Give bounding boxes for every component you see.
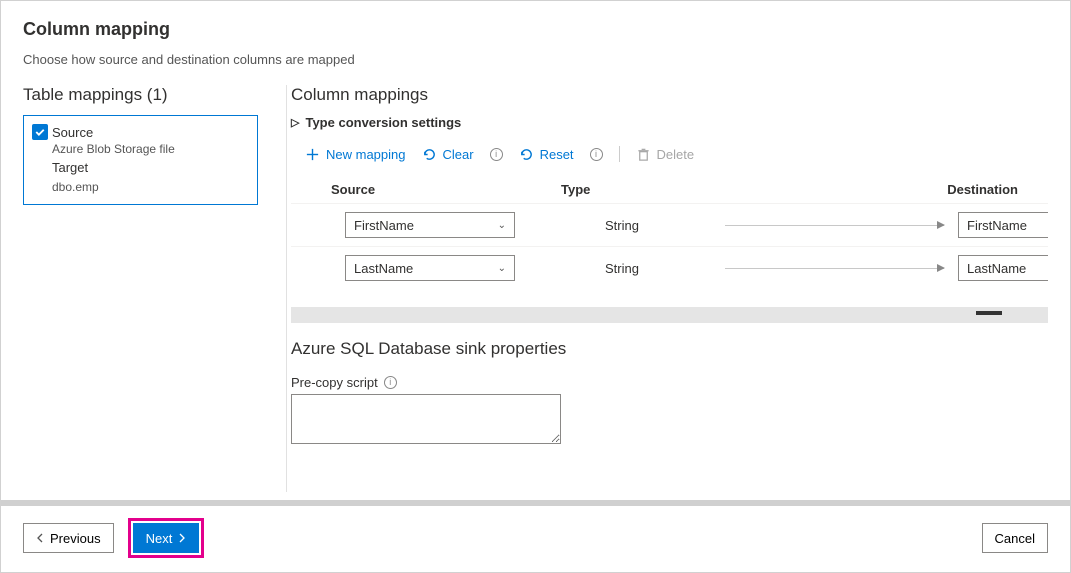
mapping-row: LastName ⌄ String LastName (291, 246, 1048, 289)
new-mapping-button[interactable]: New mapping (305, 147, 406, 162)
page-subtitle: Choose how source and destination column… (23, 52, 1048, 67)
type-conversion-label: Type conversion settings (305, 115, 461, 130)
refresh-icon (519, 147, 534, 162)
pre-copy-label: Pre-copy script (291, 375, 378, 390)
source-select[interactable]: FirstName ⌄ (345, 212, 515, 238)
cancel-button[interactable]: Cancel (982, 523, 1048, 553)
delete-button: Delete (636, 147, 695, 162)
mapping-arrow (725, 268, 944, 269)
previous-button[interactable]: Previous (23, 523, 114, 553)
chevron-down-icon: ⌄ (498, 263, 506, 274)
type-cell: String (515, 261, 725, 276)
drag-handle[interactable] (976, 311, 1002, 315)
column-mappings-heading: Column mappings (291, 85, 1048, 105)
info-icon[interactable]: i (490, 148, 503, 161)
info-icon[interactable]: i (384, 376, 397, 389)
destination-select[interactable]: FirstName (958, 212, 1048, 238)
table-mappings-heading: Table mappings (1) (23, 85, 258, 105)
type-cell: String (515, 218, 725, 233)
info-icon[interactable]: i (590, 148, 603, 161)
mapping-checkbox[interactable] (32, 124, 48, 140)
page-title: Column mapping (23, 19, 1048, 40)
toolbar-divider (619, 146, 620, 162)
destination-select[interactable]: LastName (958, 255, 1048, 281)
mapping-target-label: Target (52, 158, 249, 178)
mapping-row: FirstName ⌄ String FirstName (291, 203, 1048, 246)
pre-copy-textarea[interactable] (291, 394, 561, 444)
next-button-highlight: Next (128, 518, 205, 558)
reset-button[interactable]: Reset (519, 147, 574, 162)
source-select[interactable]: LastName ⌄ (345, 255, 515, 281)
column-header-row: Source Type Destination (291, 176, 1048, 203)
mapping-target-value: dbo.emp (52, 178, 249, 196)
next-button[interactable]: Next (133, 523, 200, 553)
mapping-source-label: Source (52, 125, 93, 140)
pane-divider[interactable] (291, 307, 1048, 323)
mapping-arrow (725, 225, 944, 226)
header-destination: Destination (947, 182, 1048, 197)
chevron-right-icon: ▷ (291, 116, 299, 129)
clear-button[interactable]: Clear (422, 147, 474, 162)
type-conversion-toggle[interactable]: ▷ Type conversion settings (291, 115, 1048, 130)
plus-icon (305, 147, 320, 162)
refresh-icon (422, 147, 437, 162)
header-type: Type (561, 182, 791, 197)
chevron-right-icon (176, 533, 186, 543)
sink-properties-heading: Azure SQL Database sink properties (291, 339, 1048, 359)
chevron-down-icon: ⌄ (498, 220, 506, 231)
mapping-card[interactable]: Source Azure Blob Storage file Target db… (23, 115, 258, 205)
header-source: Source (331, 182, 561, 197)
chevron-left-icon (36, 533, 46, 543)
trash-icon (636, 147, 651, 162)
mapping-source-value: Azure Blob Storage file (52, 140, 249, 158)
